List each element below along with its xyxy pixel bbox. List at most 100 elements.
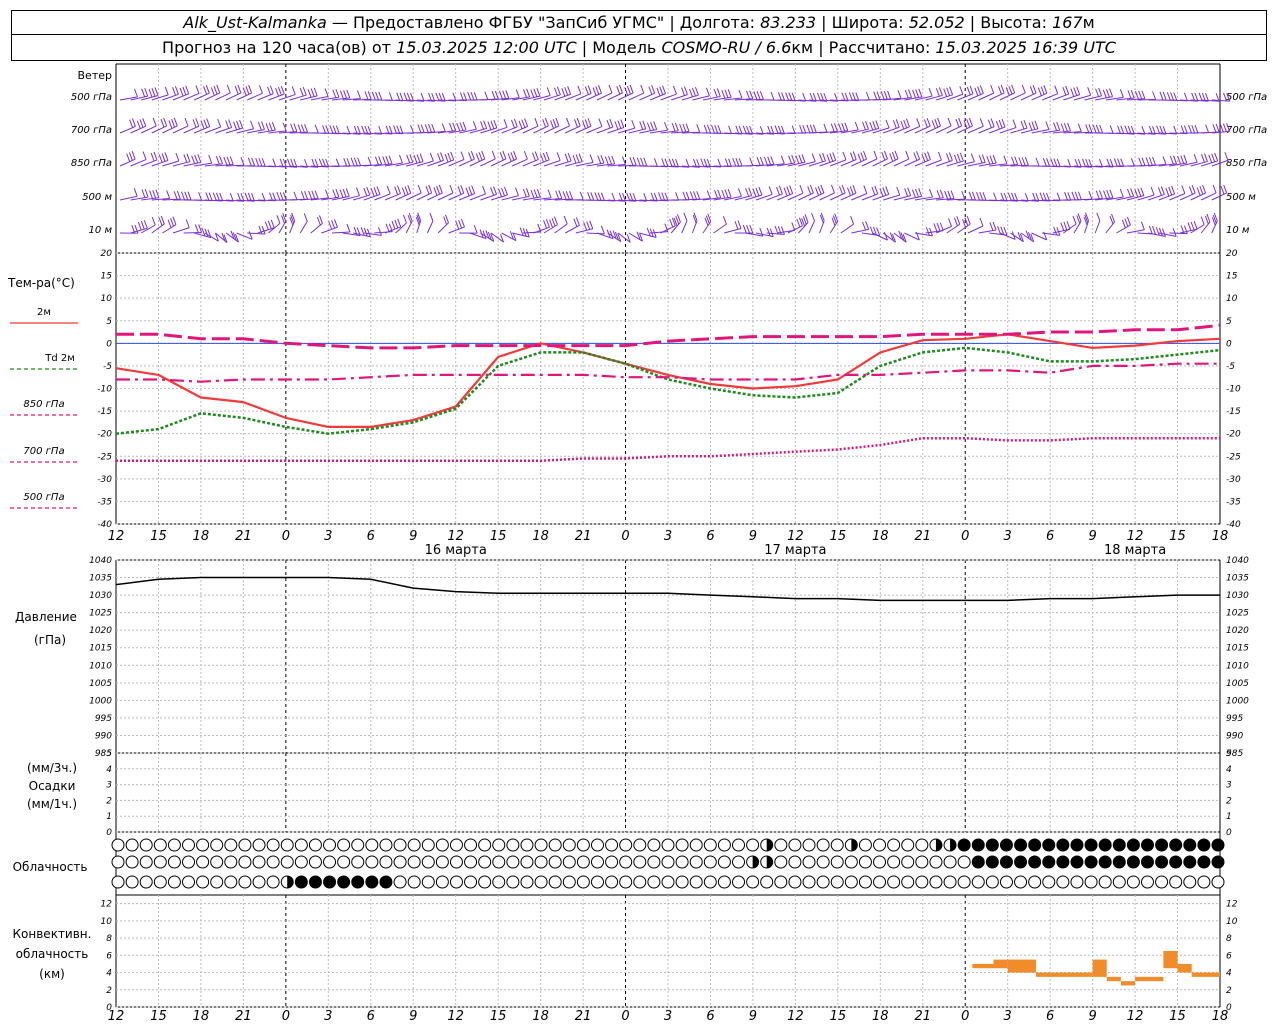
cloud-circle bbox=[675, 855, 689, 869]
wind-barb-feather bbox=[682, 123, 687, 133]
wind-barb-feather bbox=[532, 152, 536, 161]
cloud-circle bbox=[308, 855, 322, 869]
y-tick-label-right: 1025 bbox=[1226, 609, 1249, 619]
cloud-circle bbox=[1014, 838, 1028, 852]
conv-bar bbox=[1106, 976, 1121, 982]
cloud-circle bbox=[605, 875, 619, 889]
wind-barb-feather bbox=[561, 88, 566, 97]
wind-barb-feather bbox=[979, 85, 984, 94]
wind-barb-feather bbox=[1188, 186, 1193, 195]
wind-barb-feather bbox=[205, 84, 210, 94]
y-tick-label-right: 1020 bbox=[1226, 626, 1249, 636]
wind-barb-feather bbox=[233, 121, 238, 131]
wind-barb-feather bbox=[798, 154, 803, 164]
wind-barb-feather bbox=[616, 85, 621, 95]
wind-barb-feather bbox=[1105, 89, 1110, 98]
cloud-circle bbox=[1169, 855, 1183, 869]
wind-barb-feather bbox=[918, 88, 923, 98]
wind-barb-feather bbox=[522, 188, 527, 198]
wind-barb-feather bbox=[1106, 190, 1111, 199]
cloud-circle bbox=[873, 875, 887, 889]
hour-label-bottom: 15 bbox=[1169, 1009, 1186, 1024]
wind-barb-feather bbox=[513, 150, 518, 160]
wind-barb-feather bbox=[555, 117, 560, 127]
wind-barb-feather bbox=[948, 152, 953, 161]
wind-barb-feather bbox=[1119, 188, 1124, 198]
hour-label-bottom: 9 bbox=[749, 1009, 757, 1024]
cloud-circle bbox=[1098, 875, 1112, 889]
wind-barb-feather bbox=[891, 152, 896, 161]
wind-barb-feather bbox=[357, 157, 362, 166]
cloud-circle bbox=[746, 838, 760, 852]
wind-barb-feather bbox=[1045, 121, 1050, 130]
wind-barb-feather bbox=[811, 212, 815, 222]
wind-barb-feather bbox=[1162, 156, 1167, 165]
wind-barb-feather bbox=[936, 222, 941, 232]
day-label: 16 марта bbox=[425, 543, 487, 558]
wind-barb-feather bbox=[507, 153, 512, 162]
wind-barb-feather bbox=[959, 86, 964, 95]
cloud-half bbox=[935, 839, 942, 851]
wind-barb-feather bbox=[993, 192, 998, 201]
cloud-circle bbox=[449, 838, 463, 852]
wind-barb-feather bbox=[1127, 188, 1131, 198]
cloud-circle bbox=[1155, 838, 1169, 852]
hour-label-bottom: 12 bbox=[787, 1009, 804, 1024]
cloud-circle bbox=[1098, 855, 1112, 869]
cloud-circle bbox=[294, 855, 308, 869]
wind-barb-feather bbox=[1130, 188, 1135, 197]
cloud-circle bbox=[266, 875, 280, 889]
wind-barb-feather bbox=[490, 120, 495, 129]
cloud-circle bbox=[252, 838, 266, 852]
cloud-circle bbox=[576, 855, 590, 869]
wind-barb-feather bbox=[394, 219, 399, 229]
wind-barb-feather bbox=[916, 151, 921, 160]
hour-label: 3 bbox=[324, 529, 332, 544]
cloud-circle bbox=[971, 875, 985, 889]
wind-barb-feather bbox=[892, 120, 897, 129]
wind-barb-feather bbox=[1028, 122, 1033, 131]
y-tick-label: 1040 bbox=[89, 556, 112, 566]
wind-barb-feather bbox=[151, 88, 156, 97]
cloud-circle bbox=[816, 855, 830, 869]
wind-barb-feather bbox=[681, 87, 686, 96]
wind-barb-feather bbox=[1193, 221, 1198, 230]
wind-barb-feather bbox=[547, 189, 552, 198]
cloud-circle bbox=[153, 838, 167, 852]
wind-barb-feather bbox=[713, 89, 718, 98]
cloud-circle bbox=[1126, 855, 1140, 869]
wind-barb-feather bbox=[696, 191, 701, 200]
wind-barb-feather bbox=[1141, 90, 1146, 99]
wind-barb-feather bbox=[324, 88, 329, 97]
wind-barb-feather bbox=[184, 117, 189, 127]
wind-barb-feather bbox=[664, 158, 669, 167]
y-tick-label-right: 1030 bbox=[1226, 591, 1249, 601]
y-tick-label-right: 1035 bbox=[1226, 574, 1249, 584]
wind-barb-feather bbox=[164, 152, 169, 161]
wind-barb-feather bbox=[1219, 123, 1224, 133]
wind-barb-feather bbox=[900, 120, 905, 130]
wind-barb-feather bbox=[339, 189, 344, 198]
wind-barb-feather bbox=[674, 122, 679, 132]
wind-barb-feather bbox=[935, 88, 940, 97]
wind-barb-feather bbox=[987, 119, 992, 128]
wind-barb-feather bbox=[752, 188, 757, 197]
wind-barb-feather bbox=[346, 89, 351, 99]
wind-barb-feather bbox=[855, 92, 860, 101]
wind-barb-feather bbox=[876, 227, 881, 236]
wind-barb-feather bbox=[382, 156, 387, 165]
wind-barb-feather bbox=[140, 220, 145, 230]
wind-barb-feather bbox=[1171, 185, 1176, 195]
wind-barb-feather bbox=[650, 121, 655, 131]
wind-barb-feather bbox=[536, 188, 541, 198]
wind-barb-feather bbox=[1008, 85, 1013, 95]
wind-barb-feather bbox=[912, 89, 917, 99]
wind-barb-feather bbox=[865, 121, 870, 130]
wind-barb-feather bbox=[998, 119, 1003, 129]
cloud-circle bbox=[238, 855, 252, 869]
wind-barb-feather bbox=[399, 92, 404, 101]
cloud-circle bbox=[887, 875, 901, 889]
wind-barb-feather bbox=[573, 218, 578, 227]
wind-barb-feather bbox=[558, 190, 563, 199]
cloud-circle bbox=[915, 875, 929, 889]
